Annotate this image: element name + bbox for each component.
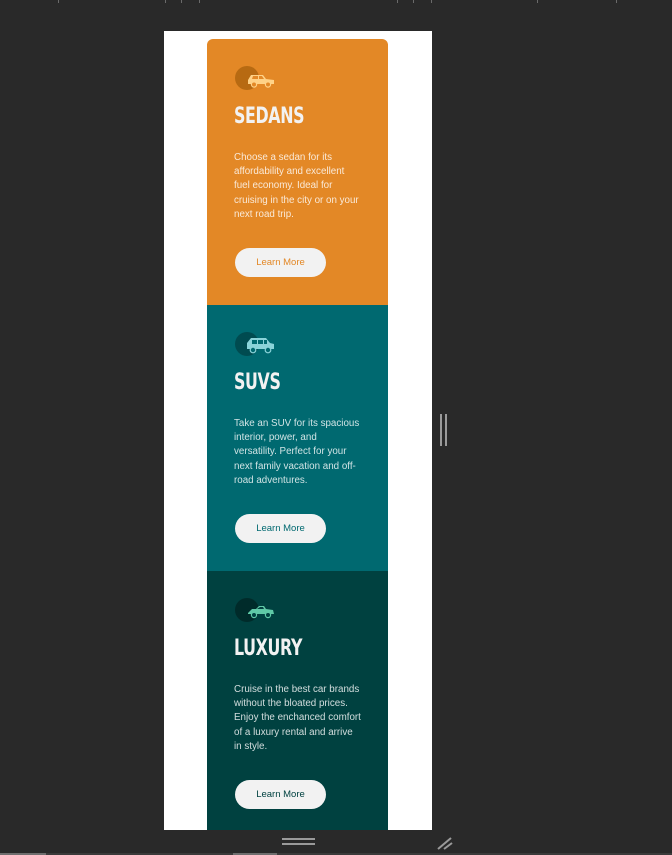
card-stack: SEDANS Choose a sedan for its affordabil… [207,39,388,830]
ruler-tick [431,0,432,3]
resize-handle-bar [445,414,447,446]
resize-handle-bar [440,414,442,446]
ruler-tick [537,0,538,3]
card-description: Choose a sedan for its affordability and… [234,152,359,220]
card-title: SEDANS [234,104,305,129]
card-title: LUXURY [234,636,303,661]
learn-more-button[interactable]: Learn More [235,780,326,809]
sedan-car-icon [234,65,280,91]
card-luxury: LUXURY Cruise in the best car brands wit… [207,571,388,830]
viewport-height-resize-handle[interactable] [282,838,315,846]
corner-resize-grip-icon[interactable] [436,835,454,851]
resize-handle-bar [282,843,315,845]
learn-more-button[interactable]: Learn More [235,248,326,277]
ruler-tick [199,0,200,3]
card-sedans: SEDANS Choose a sedan for its affordabil… [207,39,388,305]
suv-icon [234,331,280,357]
card-description: Cruise in the best car brands without th… [234,684,361,752]
luxury-car-icon [234,597,280,623]
ruler-tick [397,0,398,3]
card-description: Take an SUV for its spacious interior, p… [234,418,360,486]
responsive-viewport: SEDANS Choose a sedan for its affordabil… [164,31,432,830]
ruler-tick [181,0,182,3]
card-suvs: SUVS Take an SUV for its spacious interi… [207,305,388,571]
ruler-tick [413,0,414,3]
resize-handle-bar [282,838,315,840]
ruler-tick [616,0,617,3]
ruler-tick [58,0,59,3]
ruler-tick [165,0,166,3]
card-title: SUVS [234,370,281,395]
learn-more-button[interactable]: Learn More [235,514,326,543]
viewport-width-resize-handle[interactable] [440,414,448,446]
